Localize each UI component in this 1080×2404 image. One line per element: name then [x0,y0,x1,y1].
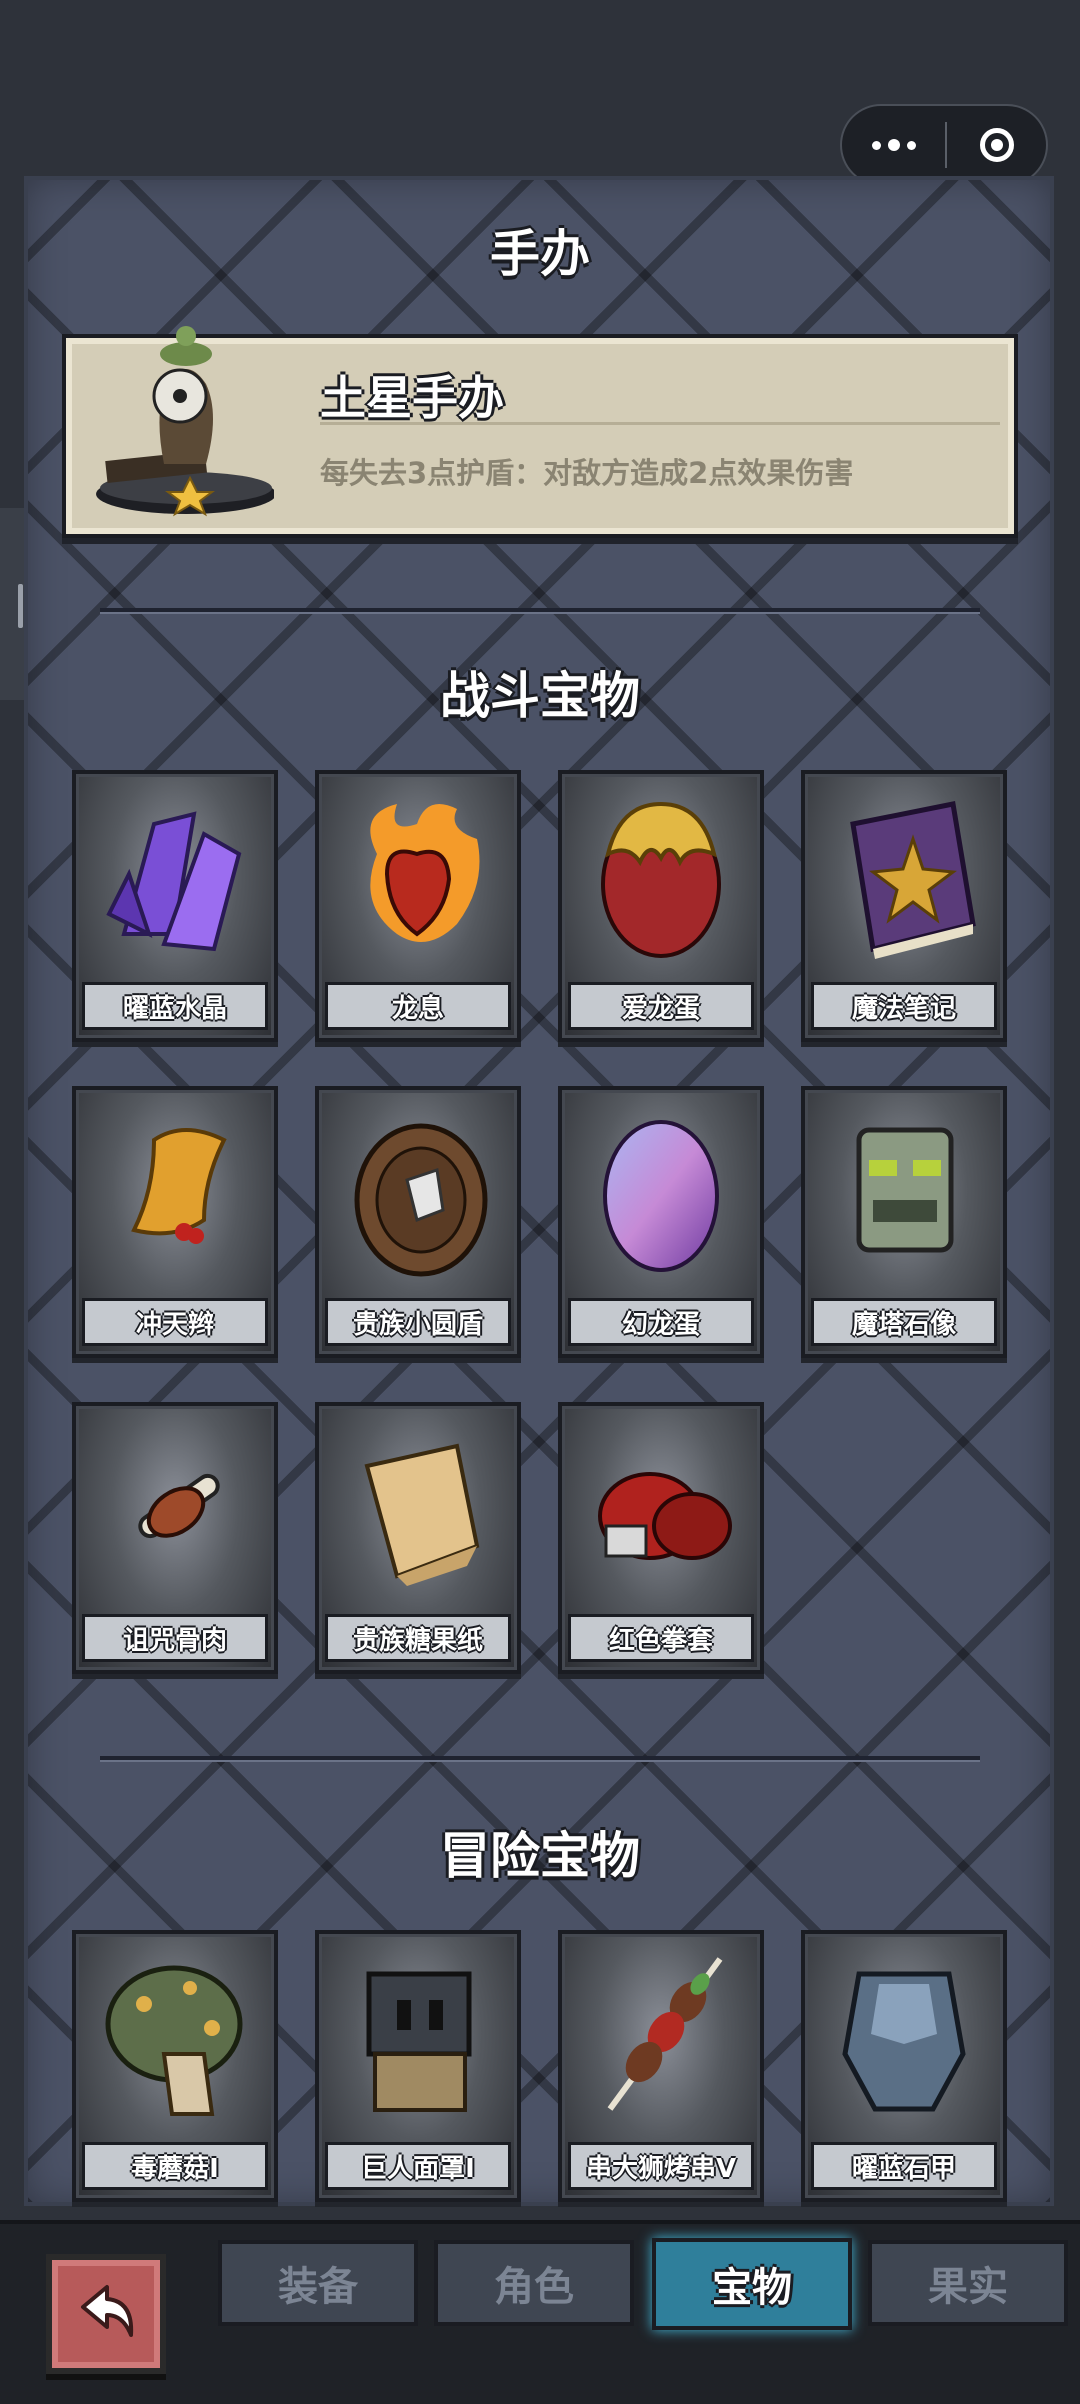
crystal-icon [106,811,242,952]
ponytail-icon [131,1128,227,1244]
boxing-glove-icon [598,1472,732,1560]
battle-section-title: 战斗宝物 [440,667,640,725]
item-tile-tower-statue[interactable]: 魔塔石像 [801,1086,1007,1358]
bone-meat-icon [138,1473,220,1539]
item-tile-sapphire-armor[interactable]: 曜蓝石甲 [801,1930,1007,2202]
item-label: 串大狮烤串V [568,2142,754,2190]
item-label: 魔法笔记 [811,982,997,1030]
tab-equipment[interactable]: 装备 [218,2240,418,2326]
item-label: 魔塔石像 [811,1298,997,1346]
mushroom-icon [105,1965,243,2116]
item-label: 毒蘑菇I [82,2142,268,2190]
tab-fruits[interactable]: 果实 [868,2240,1068,2326]
item-tile-magic-notes[interactable]: 魔法笔记 [801,770,1007,1042]
figure-card-rule [320,422,1000,425]
item-label: 贵族糖果纸 [325,1614,511,1662]
item-label: 贵族小圆盾 [325,1298,511,1346]
item-tile-sapphire-crystal[interactable]: 曜蓝水晶 [72,770,278,1042]
figure-section-title: 手办 [490,225,590,283]
item-tile-phantom-egg[interactable]: 幻龙蛋 [558,1086,764,1358]
stone-idol-icon [856,1127,954,1253]
item-tile-red-gloves[interactable]: 红色拳套 [558,1402,764,1674]
saturn-figure-icon [96,326,274,517]
item-label: 巨人面罩I [325,2142,511,2190]
tab-characters[interactable]: 角色 [434,2240,634,2326]
item-label: 诅咒骨肉 [82,1614,268,1662]
miniprogram-capsule [840,104,1048,186]
section-divider [100,1756,980,1762]
tab-treasures[interactable]: 宝物 [652,2238,852,2330]
figure-name: 土星手办 [320,371,504,425]
adventure-section-title: 冒险宝物 [440,1827,640,1885]
flaming-heart-icon [370,804,480,942]
round-shield-icon [354,1123,488,1277]
item-tile-lion-skewer[interactable]: 串大狮烤串V [558,1930,764,2202]
dragon-egg-icon [601,801,721,958]
item-label: 红色拳套 [568,1614,754,1662]
spellbook-icon [850,801,976,959]
more-dots-icon[interactable] [842,106,945,184]
item-tile-dragon-breath[interactable]: 龙息 [315,770,521,1042]
figure-card[interactable]: 土星手办 每失去3点护盾：对敌方造成2点效果伤害 [62,326,1018,538]
item-tile-cursed-bone-meat[interactable]: 诅咒骨肉 [72,1402,278,1674]
stone-armor-icon [842,1971,966,2112]
item-label: 曜蓝石甲 [811,2142,997,2190]
item-label: 龙息 [325,982,511,1030]
figure-description: 每失去3点护盾：对敌方造成2点效果伤害 [320,456,854,490]
item-tile-noble-candy-wrapper[interactable]: 贵族糖果纸 [315,1402,521,1674]
item-label: 爱龙蛋 [568,982,754,1030]
target-circle-icon[interactable] [947,128,1046,162]
item-tile-poison-mushroom[interactable]: 毒蘑菇I [72,1930,278,2202]
phantom-egg-icon [603,1120,719,1272]
item-tile-topknot[interactable]: 冲天辫 [72,1086,278,1358]
back-button[interactable] [46,2254,166,2374]
section-divider [100,608,980,614]
item-tile-giant-mask[interactable]: 巨人面罩I [315,1930,521,2202]
item-tile-noble-buckler[interactable]: 贵族小圆盾 [315,1086,521,1358]
item-label: 幻龙蛋 [568,1298,754,1346]
item-tile-dragon-egg[interactable]: 爱龙蛋 [558,770,764,1042]
candy-wrapper-icon [364,1443,480,1586]
item-label: 曜蓝水晶 [82,982,268,1030]
giant-mask-icon [366,1971,472,2112]
skewer-icon [607,1957,723,2111]
back-arrow-icon [81,2285,134,2337]
item-label: 冲天辫 [82,1298,268,1346]
